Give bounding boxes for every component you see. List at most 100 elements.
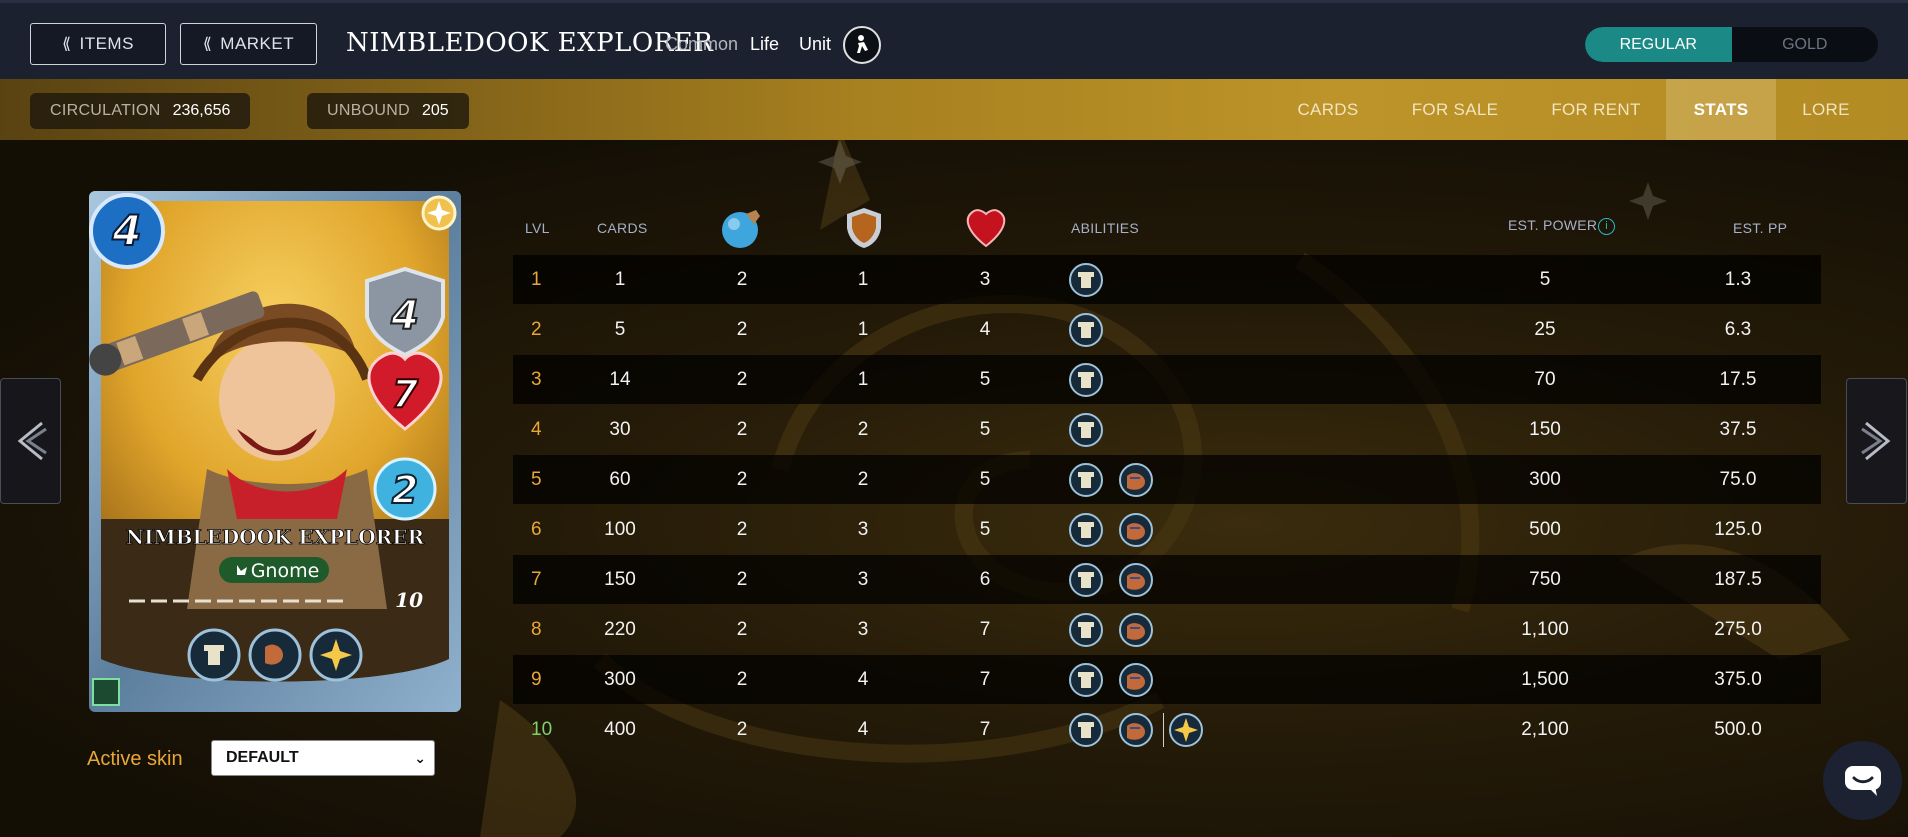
cell-power: 70 bbox=[1534, 369, 1556, 390]
fortress-ability-icon[interactable] bbox=[1068, 262, 1104, 298]
cell-speed: 2 bbox=[736, 569, 748, 590]
cell-power: 150 bbox=[1529, 419, 1561, 440]
regular-gold-toggle: REGULAR GOLD bbox=[1585, 27, 1878, 62]
market-back-button[interactable]: ⟪ MARKET bbox=[180, 23, 317, 65]
card-armor-value: 4 bbox=[390, 293, 419, 339]
regular-toggle-option[interactable]: REGULAR bbox=[1585, 27, 1732, 62]
card-type-label: Unit bbox=[799, 34, 832, 54]
cell-cards: 400 bbox=[604, 719, 636, 740]
cell-lvl: 5 bbox=[531, 469, 542, 490]
cell-armor: 1 bbox=[857, 269, 869, 290]
cell-cards: 60 bbox=[609, 469, 631, 490]
top-header: ⟪ ITEMS ⟪ MARKET NIMBLEDOOK EXPLORER Com… bbox=[0, 0, 1908, 79]
tab-for-sale[interactable]: FOR SALE bbox=[1397, 79, 1513, 140]
cell-power: 1,100 bbox=[1521, 619, 1569, 640]
fortress-ability-icon[interactable] bbox=[1068, 712, 1104, 748]
cell-power: 2,100 bbox=[1521, 719, 1569, 740]
fortress-ability-icon[interactable] bbox=[1068, 362, 1104, 398]
cell-armor: 1 bbox=[857, 319, 869, 340]
table-row: 5 60 2 2 5 300 75.0 bbox=[513, 455, 1821, 504]
cell-power: 25 bbox=[1534, 319, 1556, 340]
fortress-ability-icon[interactable] bbox=[1068, 562, 1104, 598]
cell-armor: 2 bbox=[857, 419, 869, 440]
fortress-ability-icon[interactable] bbox=[1068, 662, 1104, 698]
cell-lvl: 4 bbox=[531, 419, 542, 440]
cell-cards: 220 bbox=[604, 619, 636, 640]
table-row: 6 100 2 3 5 500 125.0 bbox=[513, 505, 1821, 554]
fortress-ability-icon[interactable] bbox=[1068, 612, 1104, 648]
chevron-right-icon bbox=[1860, 421, 1890, 461]
unbound-label: UNBOUND bbox=[327, 102, 410, 119]
cell-speed: 2 bbox=[736, 269, 748, 290]
table-row: 1 1 2 1 3 5 1.3 bbox=[513, 255, 1821, 304]
cell-lvl: 6 bbox=[531, 519, 542, 540]
table-row: 9 300 2 4 7 1,500 375.0 bbox=[513, 655, 1821, 704]
gauntlet-ability-icon[interactable] bbox=[1118, 712, 1154, 748]
card-mana-value: 4 bbox=[111, 206, 141, 255]
fortress-ability-icon[interactable] bbox=[1068, 462, 1104, 498]
cell-lvl: 9 bbox=[531, 669, 542, 690]
cell-health: 7 bbox=[979, 669, 991, 690]
chat-button[interactable] bbox=[1823, 741, 1902, 820]
table-row: 3 14 2 1 5 70 17.5 bbox=[513, 355, 1821, 404]
page-title: NIMBLEDOOK EXPLORER bbox=[346, 28, 714, 58]
skin-select[interactable]: DEFAULT ⌄ bbox=[211, 740, 435, 776]
chevron-left-icon: ⟪ bbox=[62, 36, 72, 53]
armor-icon bbox=[843, 206, 885, 255]
table-row: 2 5 2 1 4 25 6.3 bbox=[513, 305, 1821, 354]
fortress-ability-icon[interactable] bbox=[1068, 512, 1104, 548]
cell-health: 7 bbox=[979, 619, 991, 640]
cell-power: 5 bbox=[1539, 269, 1551, 290]
cell-armor: 3 bbox=[857, 569, 869, 590]
tab-for-rent[interactable]: FOR RENT bbox=[1532, 79, 1660, 140]
tab-lore[interactable]: LORE bbox=[1776, 79, 1876, 140]
cell-health: 5 bbox=[979, 469, 991, 490]
cell-cards: 1 bbox=[614, 269, 626, 290]
card-health-value: 7 bbox=[392, 372, 419, 416]
gauntlet-ability-icon[interactable] bbox=[1118, 462, 1154, 498]
fortress-ability-icon[interactable] bbox=[1068, 412, 1104, 448]
cell-lvl: 8 bbox=[531, 619, 542, 640]
skin-selected-value: DEFAULT bbox=[226, 749, 299, 766]
header-lvl: LVL bbox=[525, 220, 550, 236]
next-card-button[interactable] bbox=[1846, 378, 1907, 504]
gauntlet-ability-icon[interactable] bbox=[1118, 562, 1154, 598]
element-label: Life bbox=[750, 34, 780, 54]
cell-health: 7 bbox=[979, 719, 991, 740]
chevron-left-icon: ⟪ bbox=[202, 36, 213, 53]
cell-cards: 100 bbox=[604, 519, 636, 540]
gauntlet-ability-icon[interactable] bbox=[1118, 612, 1154, 648]
cell-cards: 300 bbox=[604, 669, 636, 690]
tab-stats[interactable]: STATS bbox=[1666, 79, 1776, 140]
cell-armor: 4 bbox=[857, 719, 869, 740]
cell-pp: 75.0 bbox=[1719, 469, 1757, 490]
gauntlet-ability-icon[interactable] bbox=[1118, 662, 1154, 698]
items-label: ITEMS bbox=[79, 34, 134, 53]
cell-cards: 150 bbox=[604, 569, 636, 590]
header-est-power: EST. POWER bbox=[1508, 217, 1598, 233]
cell-speed: 2 bbox=[736, 719, 748, 740]
cell-lvl: 1 bbox=[531, 269, 542, 290]
cell-armor: 2 bbox=[857, 469, 869, 490]
card-max-level: 10 bbox=[395, 588, 423, 612]
cell-cards: 5 bbox=[614, 319, 626, 340]
cell-power: 750 bbox=[1529, 569, 1561, 590]
card-speed-value: 2 bbox=[392, 468, 418, 512]
tab-cards[interactable]: CARDS bbox=[1270, 79, 1386, 140]
sparkle-ability-icon[interactable] bbox=[1168, 712, 1204, 748]
gauntlet-ability-icon[interactable] bbox=[1118, 512, 1154, 548]
table-row: 10 400 2 4 7 2,100 500.0 bbox=[513, 705, 1821, 754]
unit-type-icon bbox=[843, 26, 881, 64]
cell-armor: 3 bbox=[857, 619, 869, 640]
items-back-button[interactable]: ⟪ ITEMS bbox=[30, 23, 166, 65]
info-icon[interactable]: i bbox=[1598, 218, 1615, 235]
cell-pp: 275.0 bbox=[1714, 619, 1762, 640]
rarity-label: Common bbox=[665, 34, 739, 54]
gold-toggle-option[interactable]: GOLD bbox=[1732, 27, 1879, 62]
previous-card-button[interactable] bbox=[0, 378, 61, 504]
cell-speed: 2 bbox=[736, 619, 748, 640]
fortress-ability-icon[interactable] bbox=[1068, 312, 1104, 348]
cell-health: 4 bbox=[979, 319, 991, 340]
cell-pp: 500.0 bbox=[1714, 719, 1762, 740]
cell-health: 5 bbox=[979, 519, 991, 540]
